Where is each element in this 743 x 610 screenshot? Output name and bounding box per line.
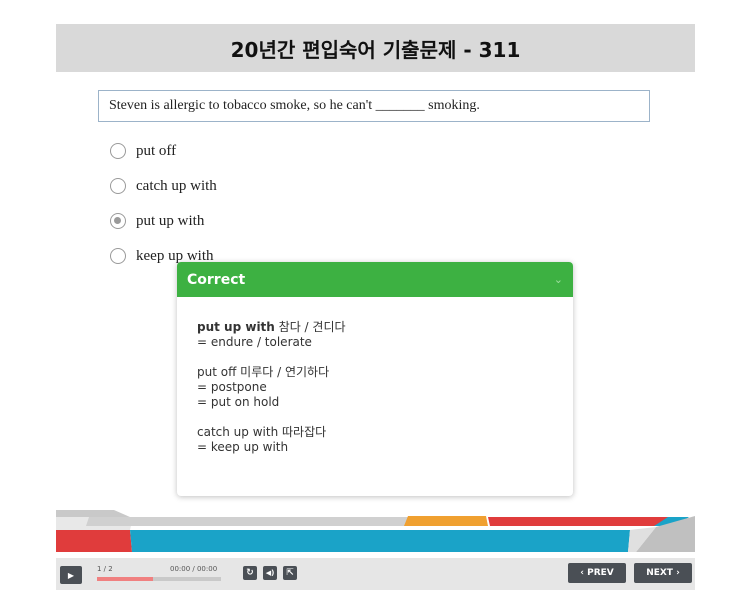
time-display: 00:00 / 00:00 bbox=[170, 565, 218, 573]
feedback-body: put up with 참다 / 견디다 = endure / tolerate… bbox=[177, 297, 573, 455]
radio-button-selected[interactable] bbox=[110, 213, 126, 229]
volume-icon: ◀) bbox=[265, 569, 275, 577]
synonym-line: = endure / tolerate bbox=[197, 335, 312, 349]
fullscreen-icon: ⇱ bbox=[286, 568, 294, 578]
answer-term: put up with bbox=[197, 320, 275, 334]
slide-counter: 1 / 2 bbox=[97, 565, 113, 573]
play-button[interactable]: ▶ bbox=[60, 566, 82, 584]
answer-line: put up with 참다 / 견디다 bbox=[197, 320, 573, 335]
radio-button[interactable] bbox=[110, 143, 126, 159]
feedback-header[interactable]: Correct ⌄ bbox=[177, 262, 573, 297]
synonym-line: = put on hold bbox=[197, 395, 280, 409]
replay-icon: ↻ bbox=[246, 568, 254, 578]
decorative-banner bbox=[56, 510, 695, 552]
explanation-title: catch up with 따라잡다 bbox=[197, 425, 327, 439]
prev-button[interactable]: ‹ PREV bbox=[568, 563, 626, 583]
title-bar: 20년간 편입숙어 기출문제 - 311 bbox=[56, 24, 695, 72]
feedback-panel: Correct ⌄ put up with 참다 / 견디다 = endure … bbox=[177, 262, 573, 496]
progress-fill bbox=[97, 577, 153, 581]
quiz-player: 20년간 편입숙어 기출문제 - 311 Steven is allergic … bbox=[56, 24, 695, 590]
option-label: catch up with bbox=[136, 177, 217, 194]
question-text: Steven is allergic to tobacco smoke, so … bbox=[98, 90, 650, 122]
explanation-title: put off 미루다 / 연기하다 bbox=[197, 365, 330, 379]
chevron-down-icon[interactable]: ⌄ bbox=[554, 273, 563, 286]
replay-button[interactable]: ↻ bbox=[243, 566, 257, 580]
option-put-up-with[interactable]: put up with bbox=[110, 210, 204, 232]
next-button[interactable]: NEXT › bbox=[634, 563, 692, 583]
player-controls: ▶ 1 / 2 00:00 / 00:00 ↻ ◀) ⇱ ‹ PREV NEXT… bbox=[56, 558, 695, 590]
radio-button[interactable] bbox=[110, 178, 126, 194]
play-icon: ▶ bbox=[67, 570, 75, 580]
synonym-line: = postpone bbox=[197, 380, 267, 394]
option-put-off[interactable]: put off bbox=[110, 140, 176, 162]
progress-bar[interactable] bbox=[97, 577, 221, 581]
feedback-status: Correct bbox=[187, 271, 246, 288]
option-label: put off bbox=[136, 142, 177, 159]
option-label: put up with bbox=[136, 212, 205, 229]
synonym-line: = keep up with bbox=[197, 440, 289, 454]
radio-button[interactable] bbox=[110, 248, 126, 264]
answer-meaning: 참다 / 견디다 bbox=[274, 320, 346, 334]
fullscreen-button[interactable]: ⇱ bbox=[283, 566, 297, 580]
option-catch-up-with[interactable]: catch up with bbox=[110, 175, 217, 197]
volume-button[interactable]: ◀) bbox=[263, 566, 277, 580]
page-title: 20년간 편입숙어 기출문제 - 311 bbox=[230, 37, 521, 62]
